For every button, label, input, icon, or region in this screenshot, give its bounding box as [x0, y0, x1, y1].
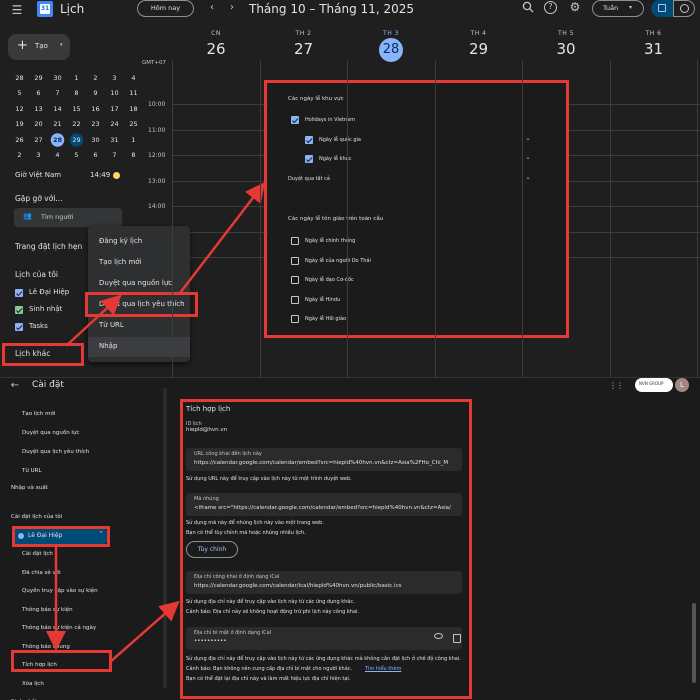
- grid-vline: [434, 60, 436, 377]
- grid-vline: [172, 60, 173, 377]
- grid-vline: [697, 60, 698, 377]
- calendar-view: ☰ 31 Lịch Hôm nay ‹ › Tháng 10 – Tháng 1…: [0, 0, 700, 377]
- grid-vline: [259, 60, 261, 377]
- grid-vline: [347, 60, 348, 377]
- grid-vline: [522, 60, 523, 377]
- grid-vline: [609, 60, 611, 377]
- settings-view: ← Cài đặt ⋮⋮ NVN GROUP L Tạo lịch mới Duy…: [0, 377, 700, 700]
- annotation-arrow: [46, 546, 180, 663]
- annotation-arrow: [65, 182, 266, 347]
